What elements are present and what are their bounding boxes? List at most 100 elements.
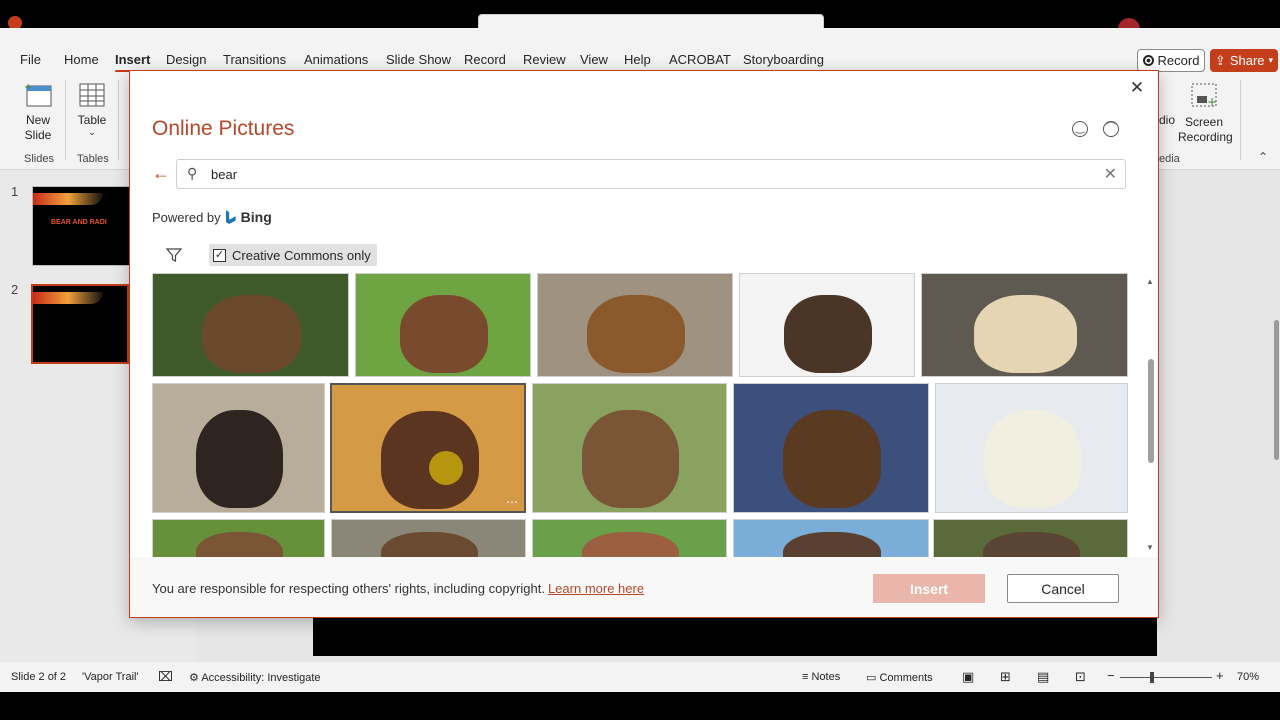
notes-icon: ≡ <box>802 671 809 683</box>
screen-recording-button[interactable]: + Screen Recording <box>1178 80 1233 145</box>
filter-icon[interactable] <box>166 247 182 263</box>
bear-image-3[interactable] <box>537 273 733 377</box>
bear-image-9[interactable] <box>733 383 929 513</box>
results-scrollbar[interactable]: ▲ ▼ <box>1146 273 1156 559</box>
chevron-down-icon: ▾ <box>1268 55 1274 65</box>
copyright-notice: You are responsible for respecting other… <box>152 581 644 596</box>
clear-search-icon[interactable]: ✕ <box>1104 164 1117 184</box>
bear-image-5[interactable] <box>921 273 1128 377</box>
comment-icon: ▭ <box>866 672 877 684</box>
group-label-media: edia <box>1159 153 1180 165</box>
bear-image-4[interactable] <box>739 273 915 377</box>
tab-storyboarding[interactable]: Storyboarding <box>743 52 824 67</box>
scrollbar-thumb[interactable] <box>1148 359 1154 463</box>
tab-transitions[interactable]: Transitions <box>223 52 286 67</box>
record-button[interactable]: Record <box>1137 49 1205 72</box>
zoom-slider-handle[interactable] <box>1150 672 1154 683</box>
share-label: Share <box>1229 53 1265 68</box>
zoom-slider[interactable] <box>1120 672 1212 683</box>
tab-acrobat[interactable]: ACROBAT <box>669 52 731 67</box>
thumb-decoration <box>33 292 103 304</box>
copyright-notice-text: You are responsible for respecting other… <box>152 581 545 596</box>
search-input[interactable] <box>211 164 1091 184</box>
normal-view-icon[interactable]: ▣ <box>962 669 974 685</box>
slide-number-1: 1 <box>11 184 19 199</box>
bear-shape <box>984 410 1081 508</box>
slide-thumbnail-2[interactable] <box>31 284 129 364</box>
slide-sorter-icon[interactable]: ⊞ <box>1000 669 1011 685</box>
accessibility-button[interactable]: ⚙ Accessibility: Investigate <box>189 671 321 684</box>
accessibility-icon: ⚙ <box>189 672 199 684</box>
screen-recording-label: Screen Recording <box>1178 115 1233 144</box>
editor-scrollbar[interactable] <box>1272 170 1280 660</box>
audio-button-label[interactable]: dio <box>1159 113 1175 127</box>
checkbox-checked-icon: ✓ <box>213 248 226 262</box>
bear-image-10[interactable] <box>935 383 1128 513</box>
slideshow-view-icon[interactable]: ⊡ <box>1075 669 1086 685</box>
bear-image-8[interactable] <box>532 383 727 513</box>
insert-button[interactable]: Insert <box>873 574 985 603</box>
tab-view[interactable]: View <box>580 52 608 67</box>
smile-icon[interactable]: ‿ <box>1072 121 1088 137</box>
comments-button[interactable]: ▭ Comments <box>866 671 933 684</box>
tab-file[interactable]: File <box>20 52 41 67</box>
spelling-check-icon[interactable]: ⌧ <box>158 669 173 685</box>
new-slide-button[interactable]: + New Slide <box>18 80 58 143</box>
search-icon: ⚲ <box>187 165 198 181</box>
bear-image-1[interactable] <box>152 273 349 377</box>
bear-image-12[interactable] <box>331 519 526 559</box>
more-options-icon[interactable]: ⋯ <box>506 495 518 509</box>
tab-help[interactable]: Help <box>624 52 651 67</box>
learn-more-link[interactable]: Learn more here <box>548 581 644 596</box>
powered-by-label: Powered by <box>152 209 221 225</box>
creative-commons-checkbox[interactable]: ✓ Creative Commons only <box>209 244 377 266</box>
group-label-slides: Slides <box>24 153 54 165</box>
tab-design[interactable]: Design <box>166 52 206 67</box>
menu-bar: File Home Insert Design Transitions Anim… <box>0 28 1280 73</box>
scrollbar-thumb[interactable] <box>1274 320 1279 460</box>
slide-canvas[interactable] <box>313 612 1157 656</box>
zoom-level[interactable]: 70% <box>1237 671 1259 683</box>
zoom-in-icon[interactable]: + <box>1216 668 1224 683</box>
zoom-out-icon[interactable]: − <box>1107 668 1115 683</box>
bing-logo-icon <box>225 210 236 224</box>
notes-button[interactable]: ≡ Notes <box>802 671 840 683</box>
share-icon: ⇪ <box>1214 52 1226 68</box>
slide-count: Slide 2 of 2 <box>11 671 67 683</box>
bear-image-7[interactable]: ⋯ <box>330 383 526 513</box>
close-icon[interactable]: ✕ <box>1126 77 1148 99</box>
share-button[interactable]: ⇪ Share ▾ <box>1210 49 1278 72</box>
tab-home[interactable]: Home <box>64 52 99 67</box>
back-arrow-icon[interactable]: ← <box>152 163 170 184</box>
scroll-down-icon[interactable]: ▼ <box>1146 543 1154 552</box>
mouse-cursor <box>429 451 463 485</box>
creative-commons-label: Creative Commons only <box>232 247 371 263</box>
slide-thumbnail-1[interactable]: BEAR AND RADI <box>32 186 130 266</box>
tab-record[interactable]: Record <box>464 52 506 67</box>
screen-recording-icon: + <box>1191 83 1217 109</box>
bear-shape <box>196 410 283 508</box>
collapse-ribbon-icon[interactable]: ⌃ <box>1258 150 1268 164</box>
bear-image-13[interactable] <box>532 519 727 559</box>
reading-view-icon[interactable]: ▤ <box>1037 669 1049 685</box>
tab-animations[interactable]: Animations <box>304 52 368 67</box>
table-icon <box>79 83 105 107</box>
tab-slide-show[interactable]: Slide Show <box>386 52 451 67</box>
tab-review[interactable]: Review <box>523 52 566 67</box>
table-button[interactable]: Table ⌄ <box>74 80 110 138</box>
bear-image-11[interactable] <box>152 519 325 559</box>
bear-shape <box>587 294 685 373</box>
cancel-button[interactable]: Cancel <box>1007 574 1119 603</box>
frown-icon[interactable]: ⌒ <box>1103 121 1119 137</box>
bear-image-15[interactable] <box>933 519 1128 559</box>
bear-image-6[interactable] <box>152 383 325 513</box>
bear-image-14[interactable] <box>733 519 929 559</box>
svg-text:+: + <box>24 82 32 93</box>
ribbon-divider <box>1240 80 1241 160</box>
bear-shape <box>581 410 680 508</box>
dialog-title: Online Pictures <box>152 117 295 140</box>
scroll-up-icon[interactable]: ▲ <box>1146 277 1154 286</box>
record-icon <box>1142 55 1154 66</box>
tab-insert[interactable]: Insert <box>115 52 151 73</box>
bear-image-2[interactable] <box>355 273 531 377</box>
